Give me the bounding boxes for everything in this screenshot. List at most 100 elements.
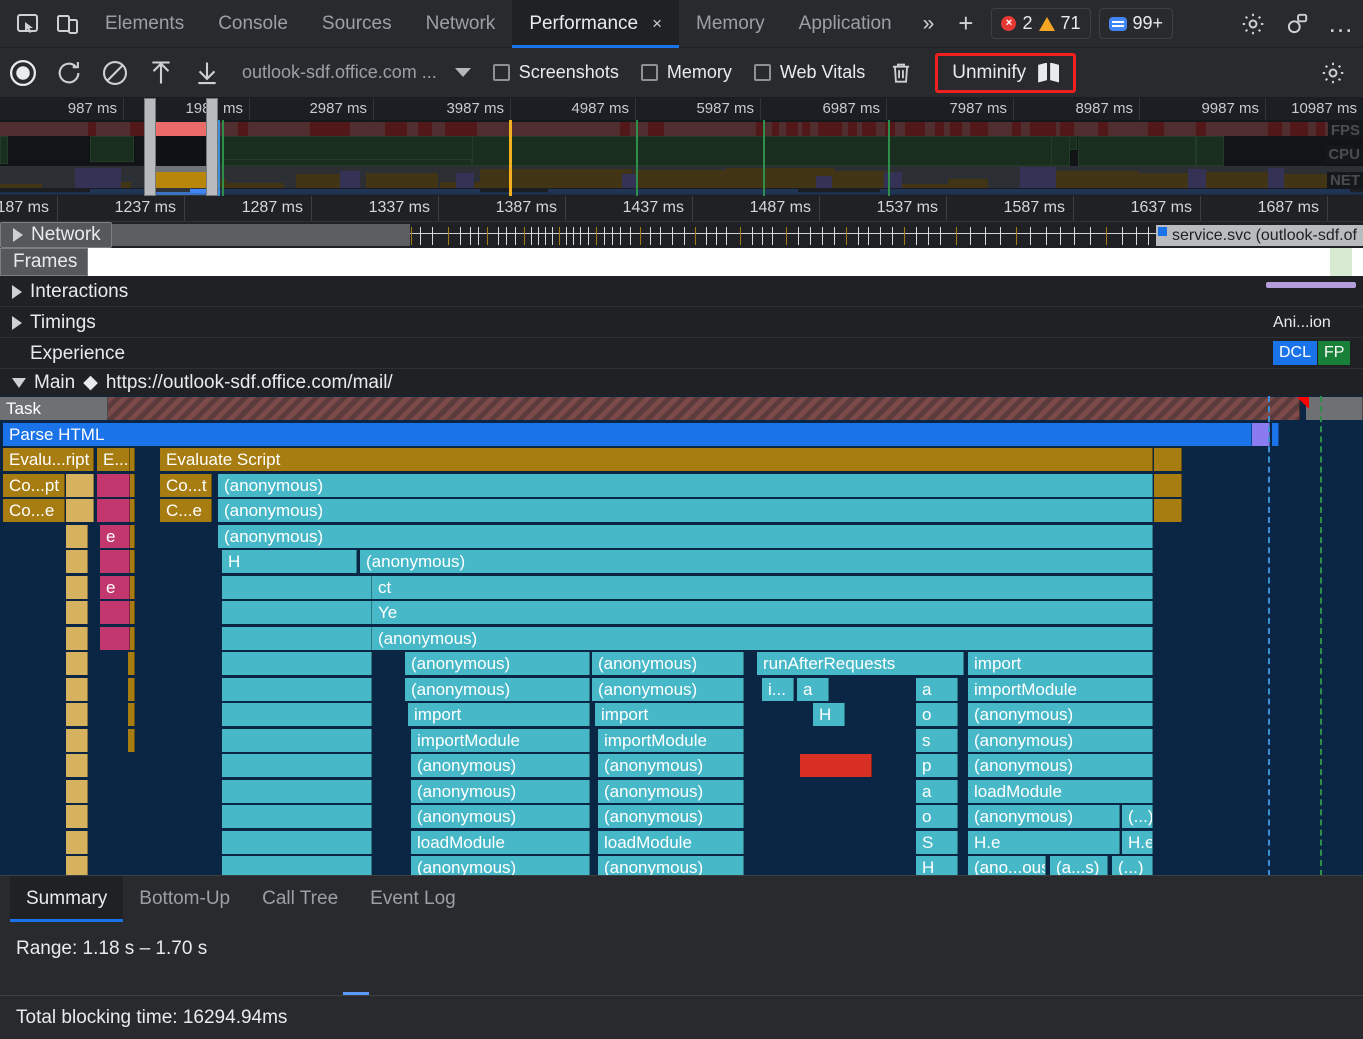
flame-bar[interactable]: (anonymous) — [968, 754, 1153, 777]
add-tab-icon[interactable]: + — [948, 8, 983, 39]
timeline-tracks[interactable]: service.svc (outlook-sdf.of Network Fram… — [0, 222, 1363, 875]
flame-bar[interactable]: Task — [0, 397, 108, 420]
flame-bar-unlabeled[interactable] — [66, 754, 88, 777]
dcl-marker-chip[interactable]: DCL — [1273, 341, 1317, 365]
flame-bar[interactable]: (ano...ous) — [968, 856, 1046, 875]
flame-bar-unlabeled[interactable] — [222, 805, 372, 828]
flame-bar[interactable]: (anonymous) — [218, 525, 1153, 548]
flame-bar[interactable]: runAfterRequests — [757, 652, 964, 675]
flame-bar[interactable]: H — [222, 550, 357, 573]
flame-bar[interactable]: (anonymous) — [411, 754, 590, 777]
flame-bar-unlabeled[interactable] — [100, 550, 130, 573]
flame-bar-unlabeled[interactable] — [66, 703, 88, 726]
long-task-warning-icon[interactable] — [1297, 397, 1309, 409]
flame-bar-unlabeled[interactable] — [1154, 499, 1182, 522]
flame-bar[interactable]: a — [916, 678, 958, 701]
flame-bar-unlabeled[interactable] — [222, 856, 372, 875]
flame-bar[interactable]: (anonymous) — [592, 678, 744, 701]
flame-bar-unlabeled[interactable] — [108, 397, 1300, 420]
tab-memory[interactable]: Memory — [679, 0, 782, 48]
flame-bar[interactable]: (anonymous) — [968, 805, 1120, 828]
flame-row[interactable]: (anonymous)(anonymous)runAfterRequestsim… — [0, 651, 1363, 677]
experience-track-header[interactable]: Experience — [0, 338, 135, 369]
flame-bar[interactable]: i... — [762, 678, 794, 701]
animation-strip[interactable] — [1266, 282, 1356, 288]
network-request-chip[interactable]: service.svc (outlook-sdf.of — [1156, 225, 1363, 246]
flame-bar-unlabeled[interactable] — [1154, 474, 1182, 497]
flame-bar[interactable]: Ye — [372, 601, 1153, 624]
flame-bar[interactable]: p — [916, 754, 958, 777]
flame-bar[interactable]: H.e — [968, 831, 1120, 854]
flame-row[interactable]: (anonymous)(anonymous)H(ano...ous)(a...s… — [0, 855, 1363, 875]
chevron-right-icon[interactable] — [12, 316, 22, 330]
tab-call-tree[interactable]: Call Tree — [246, 876, 354, 922]
record-button[interactable] — [0, 50, 46, 96]
flame-bar[interactable]: (a...s) — [1050, 856, 1108, 875]
flame-bar[interactable]: Co...t — [160, 474, 212, 497]
flame-bar-unlabeled[interactable] — [800, 754, 872, 777]
flame-row[interactable]: H(anonymous) — [0, 549, 1363, 575]
flame-bar[interactable]: a — [916, 780, 958, 803]
flame-bar[interactable]: a — [797, 678, 829, 701]
flame-bar[interactable]: import — [408, 703, 590, 726]
flame-bar-unlabeled[interactable] — [100, 601, 130, 624]
flame-bar[interactable]: loadModule — [411, 831, 590, 854]
flame-bar-unlabeled[interactable] — [222, 576, 372, 599]
flame-bar-unlabeled[interactable] — [222, 601, 372, 624]
flame-bar-unlabeled[interactable] — [97, 474, 130, 497]
flame-bar-unlabeled[interactable] — [66, 652, 88, 675]
devices-icon[interactable] — [1275, 11, 1319, 37]
flame-bar-unlabeled[interactable] — [66, 678, 88, 701]
flame-bar-unlabeled[interactable] — [66, 831, 88, 854]
flame-bar[interactable]: Co...e — [3, 499, 65, 522]
flame-bar[interactable]: (anonymous) — [968, 703, 1153, 726]
tab-elements[interactable]: Elements — [88, 0, 201, 48]
flame-bar-unlabeled[interactable] — [128, 652, 135, 675]
fp-marker-chip[interactable]: FP — [1318, 341, 1350, 365]
flame-bar[interactable]: s — [916, 729, 958, 752]
flame-bar-unlabeled[interactable] — [1154, 448, 1182, 471]
flame-bar[interactable]: (anonymous) — [411, 780, 590, 803]
flame-bar[interactable]: importModule — [968, 678, 1153, 701]
flame-row[interactable]: (anonymous)(anonymous)o(anonymous)(...) — [0, 804, 1363, 830]
flame-bar-unlabeled[interactable] — [222, 754, 372, 777]
flame-row[interactable]: Co...ptCo...t(anonymous) — [0, 473, 1363, 499]
flame-bar-unlabeled[interactable] — [128, 729, 135, 752]
flame-bar[interactable]: (anonymous) — [372, 627, 1153, 650]
message-counter[interactable]: 99+ — [1099, 8, 1174, 39]
track-main[interactable]: Main ◆ https://outlook-sdf.office.com/ma… — [0, 369, 1363, 396]
flame-bar[interactable]: H — [813, 703, 845, 726]
flame-bar-unlabeled[interactable] — [66, 525, 88, 548]
flame-bar-unlabeled[interactable] — [222, 780, 372, 803]
chevron-right-icon[interactable] — [12, 285, 22, 299]
flame-chart[interactable]: TaskParse HTMLEvalu...riptE...Evaluate S… — [0, 396, 1363, 875]
flame-bar-unlabeled[interactable] — [66, 627, 88, 650]
overview-selection-handle-left[interactable] — [144, 98, 156, 196]
flame-bar[interactable]: H.e — [1122, 831, 1153, 854]
flame-row[interactable]: Ye — [0, 600, 1363, 626]
load-profile-icon[interactable] — [138, 50, 184, 96]
flame-row[interactable]: (anonymous)(anonymous)p(anonymous) — [0, 753, 1363, 779]
flame-bar[interactable]: (anonymous) — [598, 856, 744, 875]
frames-track-header[interactable]: Frames — [0, 248, 88, 276]
flame-bar[interactable]: (anonymous) — [405, 652, 590, 675]
timeline-overview[interactable]: 987 ms 1987 ms 2987 ms 3987 ms 4987 ms 5… — [0, 98, 1363, 196]
flame-bar[interactable]: (anonymous) — [968, 729, 1153, 752]
web-vitals-checkbox[interactable]: Web Vitals — [754, 62, 865, 83]
flame-bar[interactable]: (anonymous) — [360, 550, 1153, 573]
flame-bar[interactable]: (anonymous) — [592, 652, 744, 675]
flame-bar-unlabeled[interactable] — [128, 703, 135, 726]
flame-bar-unlabeled[interactable] — [97, 499, 130, 522]
device-toolbar-icon[interactable] — [48, 4, 88, 44]
track-experience[interactable]: DCL FP Experience — [0, 338, 1363, 369]
flame-bar[interactable]: H — [916, 856, 958, 875]
flame-bar[interactable]: (anonymous) — [598, 780, 744, 803]
flame-bar-unlabeled[interactable] — [1272, 423, 1279, 446]
flame-bar-unlabeled[interactable] — [66, 856, 88, 875]
reload-and-record-button[interactable] — [46, 50, 92, 96]
flame-bar[interactable]: Evaluate Script — [160, 448, 1153, 471]
network-track-header[interactable]: Network — [0, 222, 112, 248]
tab-application[interactable]: Application — [782, 0, 909, 48]
flame-bar[interactable]: C...e — [160, 499, 212, 522]
flame-bar-unlabeled[interactable] — [128, 678, 135, 701]
